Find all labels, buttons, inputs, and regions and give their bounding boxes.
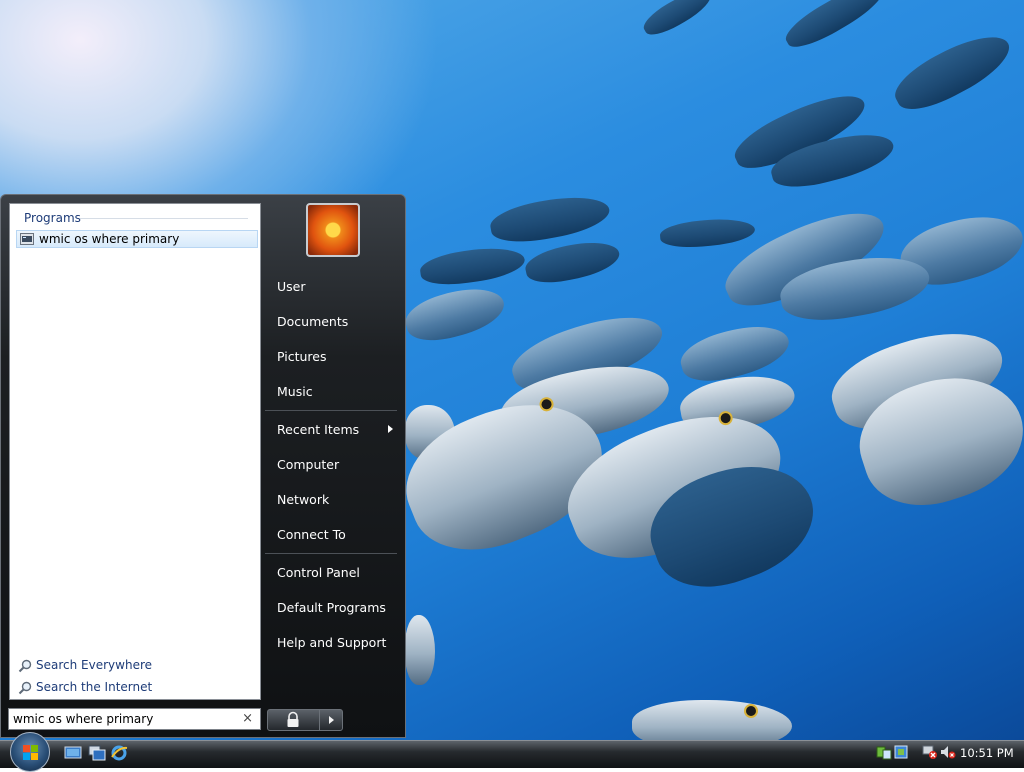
submenu-arrow-icon: [388, 425, 393, 433]
start-search-input[interactable]: [13, 711, 238, 727]
fish: [779, 0, 891, 56]
power-options-button[interactable]: [319, 710, 343, 730]
security-center-icon[interactable]: [893, 744, 909, 760]
windows-flag-icon: [23, 745, 30, 752]
menu-item-recent-items[interactable]: Recent Items: [277, 422, 359, 437]
menu-item-control-panel[interactable]: Control Panel: [277, 565, 360, 580]
fish: [487, 189, 613, 249]
volume-muted-icon[interactable]: [940, 744, 956, 760]
search-internet-link[interactable]: Search the Internet: [18, 679, 218, 697]
menu-item-default-programs[interactable]: Default Programs: [277, 600, 386, 615]
program-icon: [20, 233, 34, 245]
search-result-label: wmic os where primary: [39, 232, 180, 246]
menu-item-documents[interactable]: Documents: [277, 314, 348, 329]
windows-flag-icon: [31, 753, 38, 760]
start-search-box[interactable]: ×: [8, 708, 261, 730]
power-options-arrow-icon: [329, 716, 334, 724]
menu-item-computer[interactable]: Computer: [277, 457, 339, 472]
fish: [522, 235, 623, 289]
taskbar-clock[interactable]: 10:51 PM: [960, 746, 1014, 760]
show-desktop-icon[interactable]: [64, 745, 82, 761]
fish: [659, 215, 756, 251]
menu-item-help-and-support[interactable]: Help and Support: [277, 635, 386, 650]
menu-separator: [265, 410, 397, 411]
user-avatar[interactable]: [306, 203, 360, 257]
fish: [405, 615, 435, 685]
start-menu: Programs wmic os where primary Search Ev…: [0, 194, 406, 738]
magnifier-icon: [18, 659, 32, 673]
lock-button[interactable]: [268, 710, 318, 730]
network-sync-icon[interactable]: [876, 744, 892, 760]
menu-item-connect-to[interactable]: Connect To: [277, 527, 346, 542]
start-menu-left-pane: Programs wmic os where primary Search Ev…: [9, 203, 261, 700]
magnifier-icon: [18, 681, 32, 695]
start-button[interactable]: [10, 732, 50, 772]
fish: [639, 0, 716, 42]
taskbar: [0, 740, 1024, 768]
lock-icon: [287, 711, 299, 727]
search-internet-label: Search the Internet: [36, 680, 153, 694]
windows-flag-icon: [23, 753, 30, 760]
clear-search-icon[interactable]: ×: [242, 711, 253, 726]
windows-flag-icon: [31, 745, 38, 752]
menu-item-user[interactable]: User: [277, 279, 306, 294]
fish: [418, 242, 527, 290]
menu-item-pictures[interactable]: Pictures: [277, 349, 327, 364]
switch-windows-icon[interactable]: [88, 745, 106, 761]
internet-explorer-icon[interactable]: [110, 745, 128, 761]
fish: [632, 700, 792, 740]
search-everywhere-link[interactable]: Search Everywhere: [18, 657, 218, 675]
programs-header: Programs: [24, 211, 81, 225]
menu-item-network[interactable]: Network: [277, 492, 329, 507]
menu-separator: [265, 553, 397, 554]
menu-item-music[interactable]: Music: [277, 384, 313, 399]
search-result-item[interactable]: wmic os where primary: [16, 230, 258, 248]
fish: [886, 23, 1019, 121]
search-everywhere-label: Search Everywhere: [36, 658, 152, 672]
network-disconnected-icon[interactable]: [922, 744, 938, 760]
programs-header-divider: [80, 218, 248, 219]
fish: [401, 279, 509, 349]
power-controls: [267, 709, 343, 731]
